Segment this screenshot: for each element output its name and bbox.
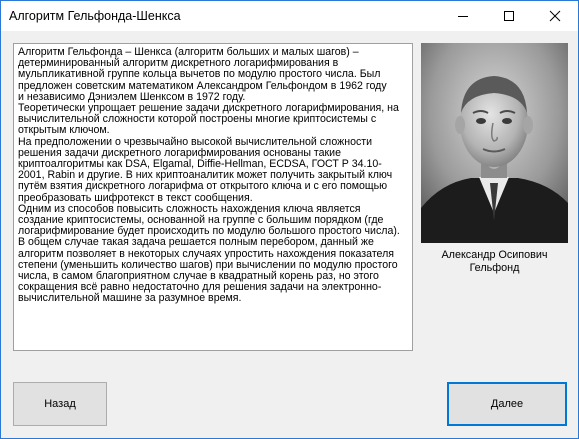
maximize-icon [504, 11, 514, 21]
title-bar[interactable]: Алгоритм Гельфонда-Шенкса [1, 1, 578, 31]
back-button[interactable]: Назад [13, 382, 107, 426]
close-icon [549, 10, 561, 22]
portrait-image [421, 43, 568, 243]
portrait-caption: Александр Осипович Гельфонд [441, 249, 548, 274]
window-title: Алгоритм Гельфонда-Шенкса [9, 9, 181, 23]
next-button[interactable]: Далее [447, 382, 567, 426]
description-text: Алгоритм Гельфонда – Шенкса (алгоритм бо… [18, 46, 400, 305]
portrait-photo [421, 43, 568, 243]
minimize-icon [458, 16, 468, 17]
close-button[interactable] [532, 1, 578, 31]
minimize-button[interactable] [440, 1, 486, 31]
description-textbox[interactable]: Алгоритм Гельфонда – Шенкса (алгоритм бо… [13, 43, 413, 351]
maximize-button[interactable] [486, 1, 532, 31]
app-window: Алгоритм Гельфонда-Шенкса Алгоритм Гельф… [0, 0, 579, 439]
